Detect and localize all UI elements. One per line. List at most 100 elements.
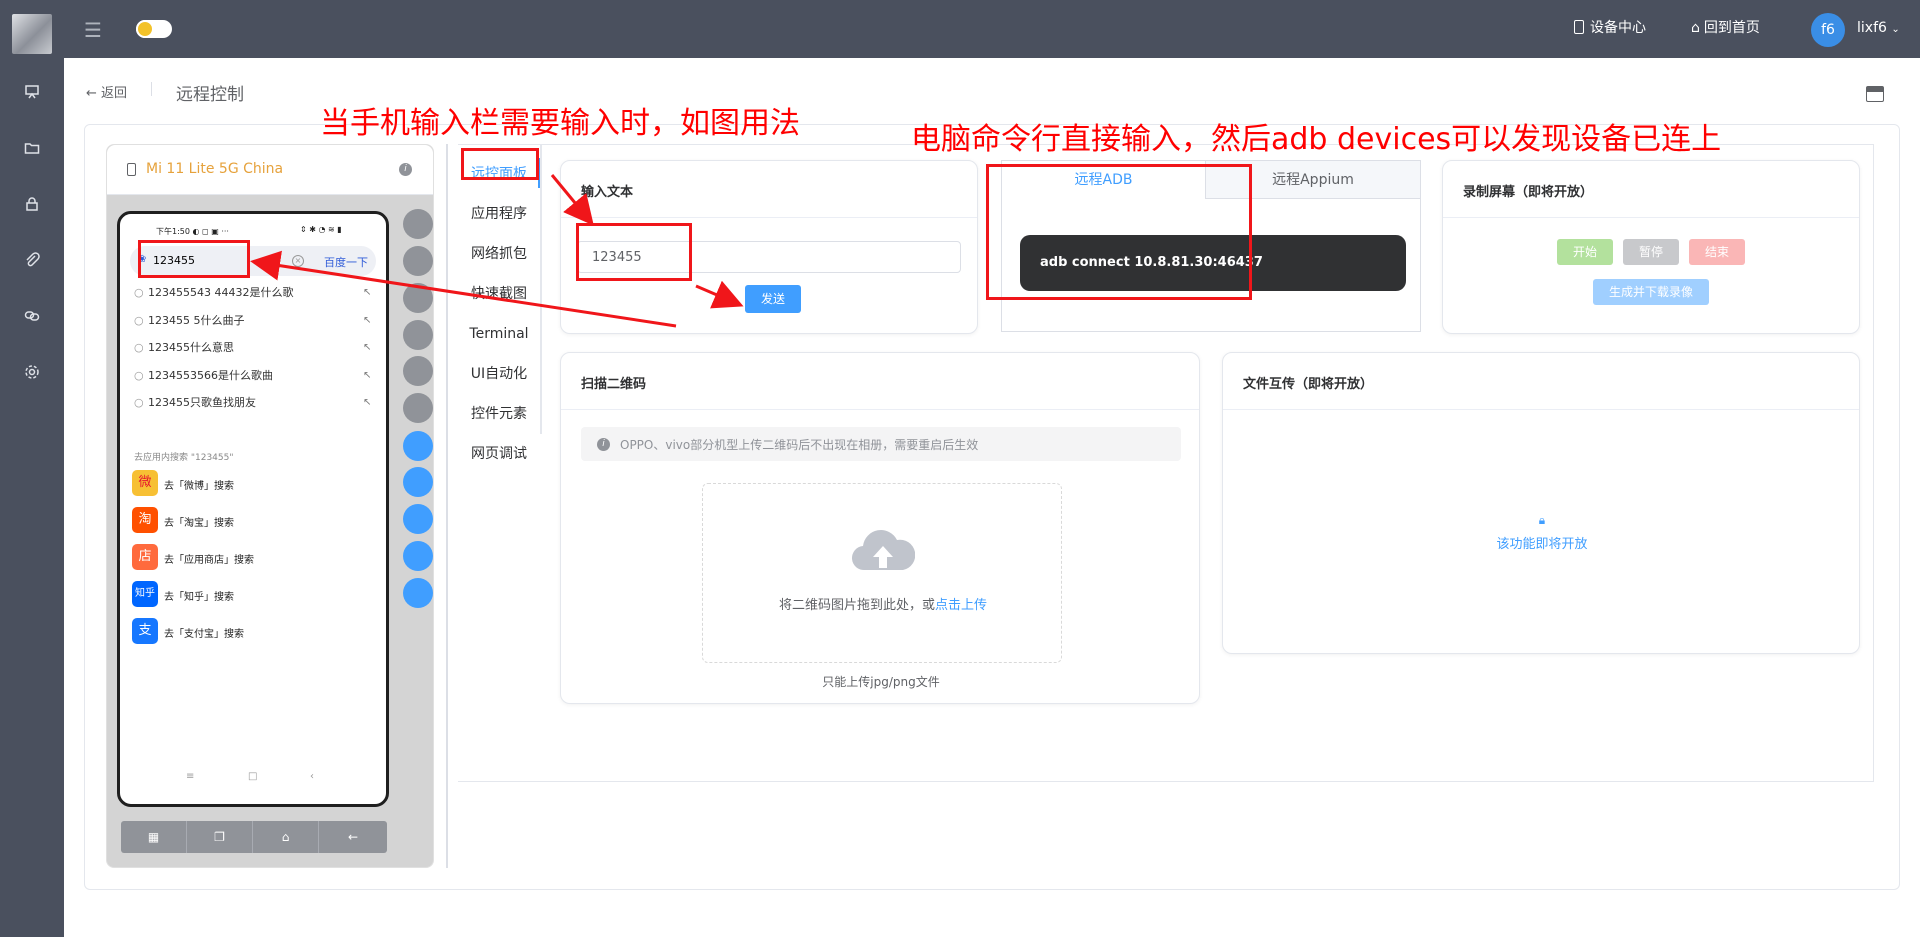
list-item[interactable]: ○ 123455什么意思: [134, 341, 234, 355]
clear-icon[interactable]: ×: [292, 255, 304, 267]
card-divider: [1223, 409, 1859, 410]
app-search-list: 微去「微博」搜索 淘去「淘宝」搜索 店去「应用商店」搜索 知乎 去「知乎」搜索 支…: [120, 470, 386, 644]
layout-toggle-icon[interactable]: [1866, 86, 1884, 102]
qr-notice: i OPPO、vivo部分机型上传二维码后不出现在相册，需要重启后生效: [581, 427, 1181, 461]
phone-icon: [127, 163, 136, 176]
record-button[interactable]: [403, 209, 433, 239]
device-center-label: 设备中心: [1590, 20, 1646, 36]
headset-button[interactable]: [403, 320, 433, 350]
search-icon: ○: [134, 369, 144, 382]
app-store-icon: 店: [132, 544, 158, 570]
menu-icon[interactable]: ≡: [186, 771, 194, 782]
search-icon: ○: [134, 396, 144, 409]
gear-icon[interactable]: [22, 362, 42, 382]
suggestion-list: ○ 123455543 44432是什么歌 ○ 123455 5什么曲子 ○ 1234…: [120, 286, 386, 409]
menu-toggle-icon[interactable]: ☰: [84, 20, 102, 40]
send-button[interactable]: 发送: [745, 285, 801, 313]
back-icon[interactable]: ‹: [310, 771, 314, 782]
phone-screen[interactable]: 下午1:50 ◐ ◻ ▣ ··· ⇕ ✱ ◔ ≋ ▮ ❀ 123455 × 百度…: [117, 211, 389, 807]
eye-button[interactable]: [403, 246, 433, 276]
copy-icon[interactable]: ❐: [187, 821, 253, 853]
home-icon: ⌂: [1691, 20, 1700, 36]
header-divider: [151, 82, 152, 96]
status-time: 下午1:50 ◐ ◻ ▣ ···: [156, 227, 229, 236]
file-transfer-title: 文件互传（即将开放）: [1243, 377, 1374, 392]
record-card: 录制屏幕（即将开放） 开始 暂停 结束 生成并下载录像: [1442, 160, 1860, 334]
list-item[interactable]: 支去「支付宝」搜索: [120, 618, 386, 646]
chevron-down-icon: ⌄: [1891, 24, 1900, 35]
list-item[interactable]: 店去「应用商店」搜索: [120, 544, 386, 572]
highlight-text-input: [576, 223, 692, 281]
click-upload-link[interactable]: 点击上传: [935, 598, 987, 613]
record-download-button[interactable]: 生成并下载录像: [1593, 279, 1709, 305]
list-item[interactable]: 知乎 去「知乎」搜索: [120, 581, 386, 609]
avatar[interactable]: f6: [1811, 13, 1845, 47]
annotation-right: 电脑命令行直接输入，然后adb devices可以发现设备已连上: [911, 122, 1722, 157]
arrow-up-left-icon[interactable]: ↖: [363, 369, 371, 383]
arrow-up-left-icon[interactable]: ↖: [363, 341, 371, 355]
link-button[interactable]: [403, 356, 433, 386]
power-button[interactable]: [403, 578, 433, 608]
record-start-button[interactable]: 开始: [1557, 239, 1613, 265]
search-icon: ○: [134, 314, 144, 327]
status-icons: ⇕ ✱ ◔ ≋ ▮: [300, 225, 342, 234]
phone-search-button[interactable]: 百度一下: [324, 254, 368, 270]
card-divider: [561, 217, 977, 218]
sidebar: [0, 58, 64, 937]
phone-call-button[interactable]: [403, 467, 433, 497]
list-item[interactable]: ○ 123455只歌鱼找朋友: [134, 396, 256, 410]
coming-soon-text: 该功能即将开放: [1496, 537, 1588, 552]
link-icon[interactable]: [22, 306, 42, 326]
alipay-icon: 支: [132, 618, 158, 644]
list-item[interactable]: ○ 123455543 44432是什么歌: [134, 286, 293, 300]
qr-title: 扫描二维码: [581, 377, 647, 392]
upload-cloud-icon: [852, 530, 915, 571]
filter-button[interactable]: [403, 431, 433, 461]
back-arrow-icon[interactable]: ←: [319, 821, 387, 853]
list-item[interactable]: ○ 123455 5什么曲子: [134, 314, 245, 328]
weibo-icon: 微: [132, 470, 158, 496]
list-item[interactable]: 淘去「淘宝」搜索: [120, 507, 386, 535]
page-title: 远程控制: [176, 85, 244, 105]
phone-nav-bar: ≡ □ ‹: [120, 769, 386, 789]
record-title: 录制屏幕（即将开放）: [1463, 185, 1594, 200]
arrow-up-left-icon[interactable]: ↖: [363, 286, 371, 300]
zhihu-icon: 知乎: [132, 581, 158, 607]
device-center-link[interactable]: 设备中心: [1574, 18, 1646, 38]
grid-icon[interactable]: ▦: [121, 821, 187, 853]
theme-toggle[interactable]: [136, 20, 172, 38]
lock-icon[interactable]: [22, 194, 42, 214]
record-pause-button[interactable]: 暂停: [1623, 239, 1679, 265]
navigation-button[interactable]: [403, 541, 433, 571]
lock-icon: 🔒︎: [1538, 513, 1546, 527]
input-text-title: 输入文本: [581, 185, 634, 200]
highlight-phone-search: [138, 240, 250, 278]
search-button[interactable]: [403, 393, 433, 423]
folder-icon[interactable]: [22, 138, 42, 158]
file-transfer-card: 文件互传（即将开放） 🔒︎ 该功能即将开放: [1222, 352, 1860, 654]
phone-icon: [1574, 20, 1584, 34]
back-link[interactable]: ← 返回: [86, 82, 127, 101]
username[interactable]: lixf6 ⌄: [1857, 18, 1900, 40]
camera-button[interactable]: [403, 504, 433, 534]
square-icon[interactable]: □: [248, 771, 257, 782]
user-button[interactable]: [403, 283, 433, 313]
qr-upload-tip: 只能上传jpg/png文件: [822, 675, 940, 689]
arrow-up-left-icon[interactable]: ↖: [363, 396, 371, 410]
highlight-adb-command: [986, 164, 1252, 300]
arrow-up-left-icon[interactable]: ↖: [363, 314, 371, 328]
qr-drag-text: 将二维码图片拖到此处，或点击上传: [778, 598, 988, 613]
search-icon: ○: [134, 286, 144, 299]
home-icon[interactable]: ⌂: [253, 821, 319, 853]
list-item[interactable]: 微去「微博」搜索: [120, 470, 386, 498]
top-bar: ☰ 设备中心 ⌂ 回到首页 f6 lixf6 ⌄: [0, 0, 1920, 58]
info-icon[interactable]: i: [399, 163, 412, 176]
app-logo[interactable]: [12, 14, 52, 54]
qr-upload-area[interactable]: 将二维码图片拖到此处，或点击上传: [702, 483, 1062, 663]
list-item[interactable]: ○ 1234553566是什么歌曲: [134, 369, 273, 383]
record-stop-button[interactable]: 结束: [1689, 239, 1745, 265]
back-home-link[interactable]: ⌂ 回到首页: [1691, 18, 1760, 38]
splitter[interactable]: [446, 144, 448, 868]
paperclip-icon[interactable]: [22, 250, 42, 270]
presentation-icon[interactable]: [22, 82, 42, 102]
